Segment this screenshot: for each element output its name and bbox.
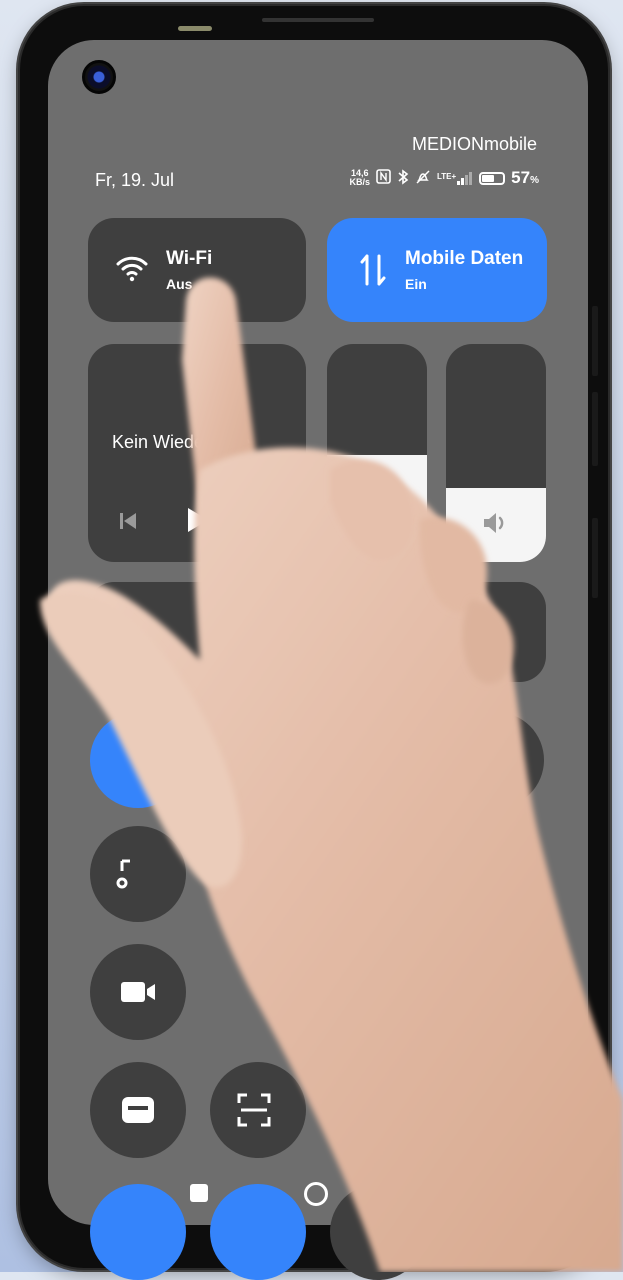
play-icon[interactable]	[186, 506, 210, 539]
carrier-name: MEDIONmobile	[411, 134, 537, 154]
status-icons: 14,6 KB/s LTE+ 57%	[349, 168, 539, 188]
wallet-button[interactable]	[90, 1062, 186, 1158]
nfc-icon	[376, 169, 391, 187]
battery-icon	[479, 171, 506, 185]
scan-button[interactable]	[210, 1062, 306, 1158]
camera-video-icon	[121, 982, 155, 1002]
wifi-title: Wi-Fi	[166, 248, 213, 269]
wifi-tile[interactable]: Wi-Fi Aus	[88, 218, 306, 322]
toggle-button-4[interactable]	[90, 826, 186, 922]
network-speed: 14,6 KB/s	[349, 168, 370, 187]
media-status-text: Kein Wiedergabe	[112, 432, 251, 452]
volume-up-button	[592, 392, 598, 466]
home-icon[interactable]	[304, 1182, 328, 1206]
mobile-data-title: Mobile Daten	[405, 248, 524, 269]
toggle-button-5[interactable]	[330, 1184, 426, 1280]
toggle-button-2[interactable]	[210, 712, 306, 808]
brightness-slider[interactable]	[327, 344, 427, 562]
volume-down-button	[592, 518, 598, 598]
recents-icon[interactable]	[190, 1184, 208, 1202]
nfc-toggle-button[interactable]	[90, 1184, 186, 1280]
front-camera	[82, 60, 116, 94]
wide-control-tile[interactable]	[88, 582, 546, 682]
bluetooth-icon	[397, 168, 409, 188]
wifi-icon	[116, 254, 148, 287]
signal-icon: LTE+	[437, 171, 473, 185]
mute-icon	[415, 169, 431, 188]
speaker-grill	[262, 18, 374, 22]
screen-record-button[interactable]	[90, 944, 186, 1040]
previous-track-icon[interactable]	[120, 512, 136, 535]
brightness-level	[327, 455, 427, 562]
toggle-button-1[interactable]	[90, 712, 186, 808]
location-toggle-button[interactable]	[210, 1184, 306, 1280]
scan-icon	[237, 1093, 271, 1127]
battery-percent: 57%	[511, 168, 539, 187]
mobile-data-icon	[359, 254, 387, 291]
shortcut-icon	[116, 859, 130, 889]
media-player-tile[interactable]: Kein Wiedergabe	[88, 344, 306, 562]
earpiece	[178, 26, 212, 31]
wifi-status: Aus	[166, 276, 193, 292]
wallet-icon	[122, 1097, 154, 1123]
status-date: Fr, 19. Jul	[95, 170, 175, 190]
volume-slider[interactable]	[446, 344, 546, 562]
toggle-button-3[interactable]	[448, 712, 544, 808]
mobile-data-status: Ein	[405, 276, 427, 292]
volume-icon	[482, 511, 510, 540]
mobile-data-tile[interactable]: Mobile Daten Ein	[327, 218, 547, 322]
power-button	[592, 306, 598, 376]
